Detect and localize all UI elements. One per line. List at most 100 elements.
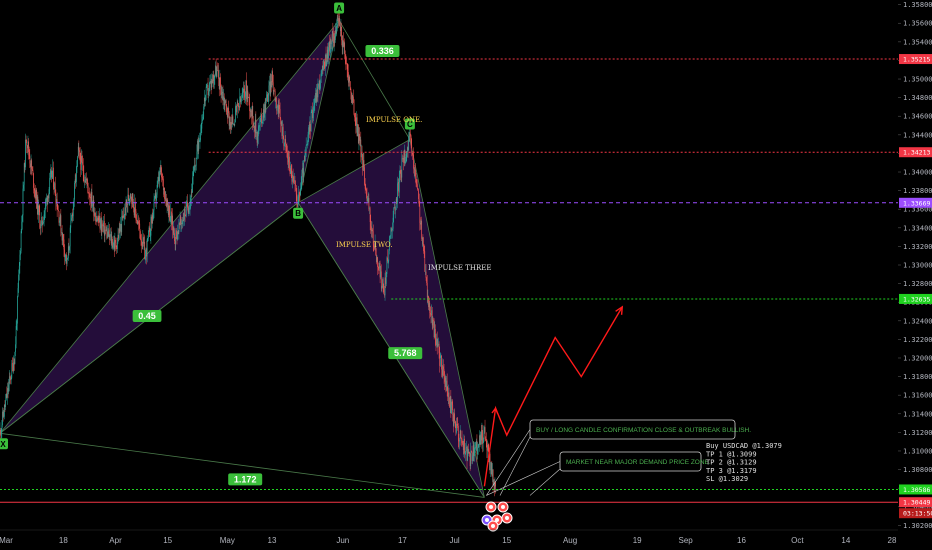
candle-body — [101, 224, 103, 232]
candle-body — [178, 223, 180, 235]
candle-body — [217, 70, 219, 71]
candle-body — [378, 267, 380, 269]
candle-body — [67, 246, 69, 259]
candle-body — [148, 231, 149, 239]
level-price-label: 1.30586 — [903, 486, 930, 494]
candle-body — [430, 313, 432, 316]
candle-body — [147, 238, 149, 239]
candle-body — [486, 441, 488, 451]
candle-body — [49, 173, 51, 178]
candle-body — [117, 234, 119, 242]
candle-body — [256, 132, 258, 143]
candle-body — [377, 266, 379, 268]
price-chart[interactable]: XABC0.3360.455.7681.172IMPULSE ONE.IMPUL… — [0, 0, 932, 550]
candle-body — [162, 177, 164, 179]
candle-body — [297, 203, 298, 207]
candle-body — [62, 234, 64, 240]
x-tick-label: 28 — [888, 536, 897, 545]
candle-body — [159, 170, 161, 172]
candle-body — [249, 111, 251, 112]
candle-body — [440, 355, 442, 358]
candle-body — [251, 110, 252, 117]
candle-body — [489, 453, 491, 470]
candle-body — [357, 124, 359, 143]
candle-body — [70, 220, 72, 228]
candle-body — [250, 110, 252, 112]
candle-body — [452, 404, 454, 415]
candle-body — [110, 234, 111, 236]
candle-body — [366, 189, 367, 196]
candle-body — [97, 217, 99, 221]
candle-body — [215, 65, 216, 75]
candle-body — [230, 122, 231, 129]
candle-body — [140, 231, 141, 240]
candle-body — [341, 40, 343, 48]
candle-body — [446, 380, 448, 391]
candle-body — [225, 100, 227, 107]
candle-body — [441, 355, 442, 370]
candle-body — [174, 233, 175, 242]
candle-body — [326, 49, 328, 62]
candle-body — [114, 239, 116, 249]
candle-body — [471, 451, 473, 461]
candle-body — [61, 232, 63, 241]
candle-body — [465, 447, 467, 454]
candle-body — [60, 215, 62, 233]
candle-body — [137, 221, 139, 224]
candle-body — [292, 174, 293, 182]
candle-body — [71, 218, 72, 221]
candle-body — [279, 109, 281, 118]
candle-body — [307, 134, 309, 144]
candle-body — [354, 114, 355, 118]
candle-body — [58, 209, 59, 212]
candle-body — [487, 444, 489, 452]
y-tick-label: 1.31200 — [903, 429, 932, 437]
candle-body — [66, 254, 67, 264]
candle-body — [394, 207, 396, 211]
candle-body — [72, 213, 74, 217]
candle-body — [22, 215, 23, 222]
candle-body — [20, 231, 22, 252]
x-tick-label: Jun — [336, 536, 349, 545]
candle-body — [151, 216, 152, 224]
candle-body — [475, 440, 477, 448]
x-tick-label: 19 — [633, 536, 642, 545]
candle-body — [102, 224, 103, 226]
candle-body — [169, 205, 170, 221]
candle-body — [153, 210, 154, 219]
candle-body — [425, 271, 427, 278]
candle-body — [76, 160, 78, 167]
candle-body — [314, 102, 316, 105]
candle-body — [343, 42, 345, 47]
candle-body — [37, 196, 39, 215]
candle-body — [442, 366, 444, 376]
candle-body — [61, 232, 62, 233]
x-tick-label: 15 — [163, 536, 172, 545]
candle-body — [207, 85, 209, 96]
candle-body — [51, 170, 53, 178]
candle-body — [218, 78, 220, 89]
candle-body — [200, 132, 201, 140]
candle-body — [59, 220, 60, 223]
candle-body — [431, 310, 433, 326]
candle-body — [187, 207, 189, 213]
annotation-impulse-2: IMPULSE TWO. — [336, 241, 393, 249]
candle-body — [479, 435, 480, 445]
candle-body — [485, 440, 487, 442]
candle-body — [361, 152, 363, 155]
candle-body — [326, 61, 328, 67]
candle-body — [315, 93, 316, 103]
candle-body — [91, 192, 93, 207]
candle-body — [197, 140, 199, 151]
candle-body — [302, 168, 304, 178]
candle-body — [276, 97, 277, 108]
candle-body — [408, 136, 409, 151]
candle-body — [294, 180, 295, 182]
x-tick-label: 18 — [59, 536, 68, 545]
candle-body — [354, 117, 356, 118]
candle-body — [360, 139, 362, 158]
candle-body — [413, 168, 415, 171]
price-axis[interactable]: 1.358001.356001.354001.352001.350001.348… — [898, 0, 932, 550]
candle-body — [207, 85, 208, 86]
candle-body — [389, 236, 391, 240]
